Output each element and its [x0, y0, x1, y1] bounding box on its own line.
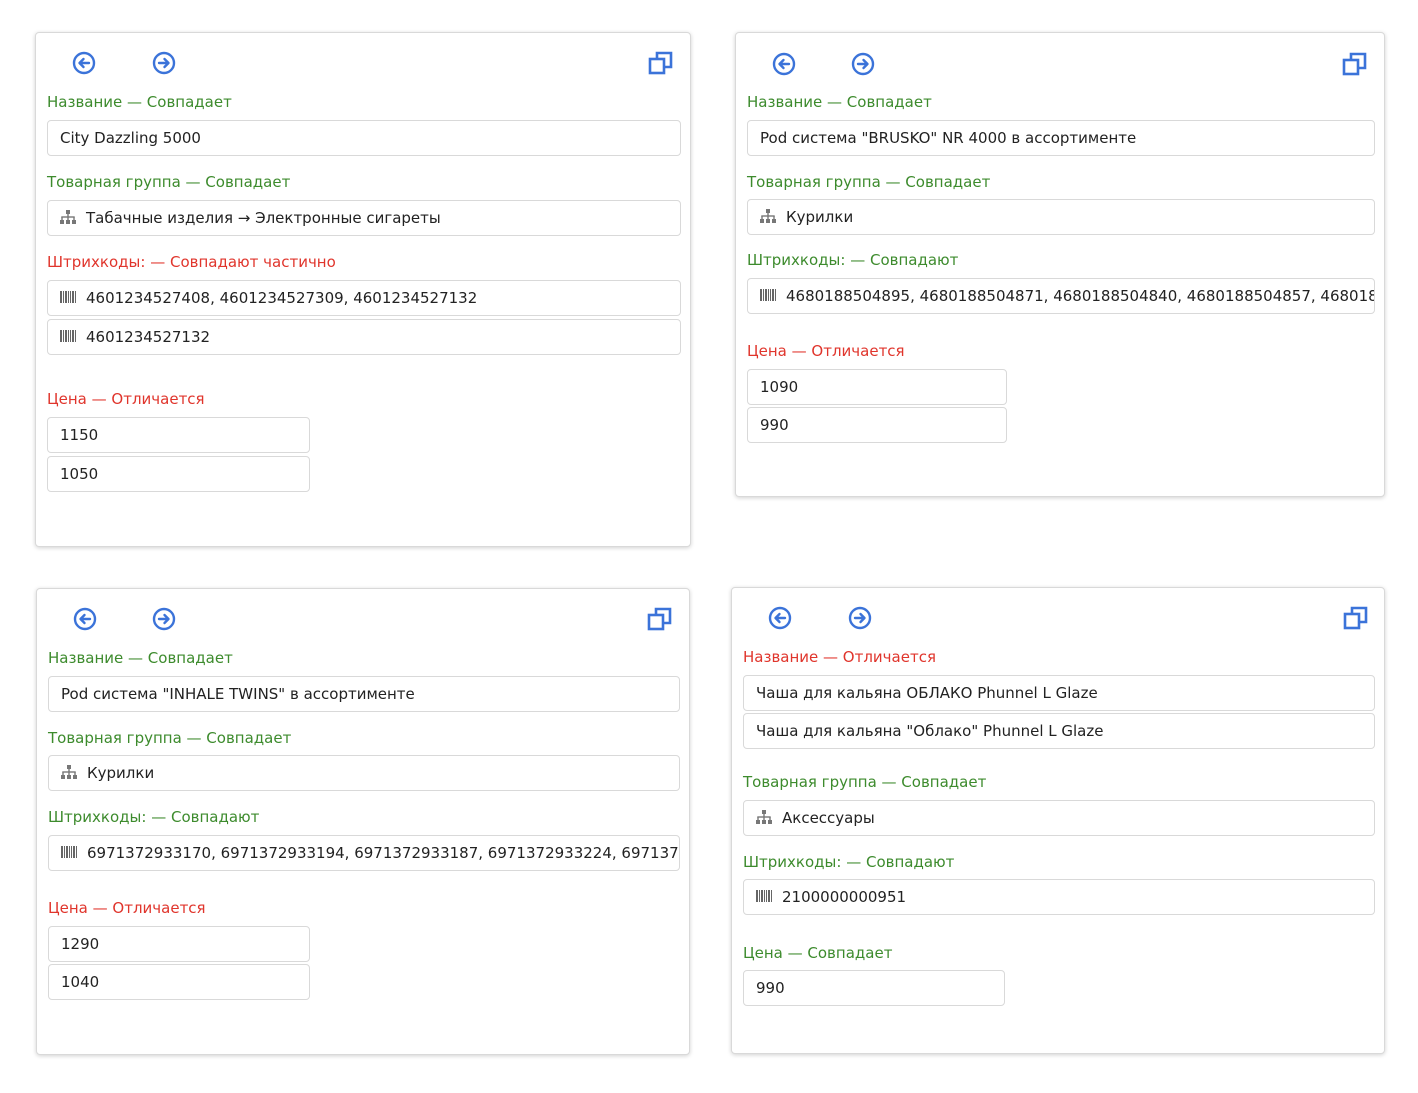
group-field: Курилки: [48, 755, 680, 791]
arrow-right-circle-icon[interactable]: [851, 52, 875, 76]
arrow-left-circle-icon[interactable]: [72, 51, 96, 75]
name-field: Чаша для кальяна ОБЛАКО Phunnel L Glaze: [743, 675, 1375, 711]
name-value: Pod система "BRUSKO" NR 4000 в ассортиме…: [760, 129, 1137, 147]
barcode-field: 4680188504895, 4680188504871, 4680188504…: [747, 278, 1375, 314]
barcode-value: 6971372933170, 6971372933194, 6971372933…: [87, 844, 680, 862]
name-status-label: Название — Совпадает: [747, 93, 932, 111]
name-field: Чаша для кальяна "Облако" Phunnel L Glaz…: [743, 713, 1375, 749]
arrow-right-circle-icon[interactable]: [152, 607, 176, 631]
name-status-label: Название — Совпадает: [48, 649, 233, 667]
name-status-label: Название — Совпадает: [47, 93, 232, 111]
price-status-label: Цена — Отличается: [48, 899, 206, 917]
group-field: Курилки: [747, 199, 1375, 235]
price-value: 1040: [61, 973, 100, 991]
copy-icon[interactable]: [1343, 605, 1369, 631]
barcode-field: 2100000000951: [743, 879, 1375, 915]
name-field: Pod система "INHALE TWINS" в ассортимент…: [48, 676, 680, 712]
barcode-icon: [60, 291, 76, 303]
name-value: Чаша для кальяна ОБЛАКО Phunnel L Glaze: [756, 684, 1098, 702]
group-value: Аксессуары: [782, 809, 875, 827]
barcode-value: 2100000000951: [782, 888, 907, 906]
arrow-left-circle-icon[interactable]: [73, 607, 97, 631]
price-value: 990: [760, 416, 789, 434]
barcode-status-label: Штрихкоды: — Совпадают: [48, 808, 260, 826]
product-compare-card: Название — Совпадает Pod система "INHALE…: [36, 588, 690, 1055]
price-value: 1290: [61, 935, 100, 953]
barcode-icon: [60, 330, 76, 342]
barcode-field: 4601234527132: [47, 319, 681, 355]
barcode-icon: [760, 289, 776, 301]
price-status-label: Цена — Отличается: [747, 342, 905, 360]
hierarchy-icon: [61, 765, 77, 779]
group-value: Курилки: [786, 208, 854, 226]
name-value: Pod система "INHALE TWINS" в ассортимент…: [61, 685, 415, 703]
barcode-field: 4601234527408, 4601234527309, 4601234527…: [47, 280, 681, 316]
hierarchy-icon: [60, 210, 76, 224]
price-value: 990: [756, 979, 785, 997]
arrow-left-circle-icon[interactable]: [768, 606, 792, 630]
price-value: 1050: [60, 465, 99, 483]
arrow-left-circle-icon[interactable]: [772, 52, 796, 76]
price-field: 1150: [47, 417, 310, 453]
name-value: Чаша для кальяна "Облако" Phunnel L Glaz…: [756, 722, 1104, 740]
name-value: City Dazzling 5000: [60, 129, 201, 147]
group-field: Табачные изделия → Электронные сигареты: [47, 200, 681, 236]
barcode-field: 6971372933170, 6971372933194, 6971372933…: [48, 835, 680, 871]
copy-icon[interactable]: [647, 606, 673, 632]
name-field: Pod система "BRUSKO" NR 4000 в ассортиме…: [747, 120, 1375, 156]
copy-icon[interactable]: [1342, 51, 1368, 77]
price-field: 990: [747, 407, 1007, 443]
price-field: 1050: [47, 456, 310, 492]
arrow-right-circle-icon[interactable]: [152, 51, 176, 75]
name-status-label: Название — Отличается: [743, 648, 936, 666]
barcode-status-label: Штрихкоды: — Совпадают: [747, 251, 959, 269]
product-compare-card: Название — Совпадает City Dazzling 5000 …: [35, 32, 691, 547]
price-field: 1090: [747, 369, 1007, 405]
group-field: Аксессуары: [743, 800, 1375, 836]
product-compare-card: Название — Совпадает Pod система "BRUSKO…: [735, 32, 1385, 497]
price-value: 1090: [760, 378, 799, 396]
copy-icon[interactable]: [648, 50, 674, 76]
arrow-right-circle-icon[interactable]: [848, 606, 872, 630]
price-status-label: Цена — Отличается: [47, 390, 205, 408]
barcode-value: 4601234527408, 4601234527309, 4601234527…: [86, 289, 478, 307]
price-field: 990: [743, 970, 1005, 1006]
price-status-label: Цена — Совпадает: [743, 944, 893, 962]
product-compare-card: Название — Отличается Чаша для кальяна О…: [731, 587, 1385, 1054]
barcode-value: 4680188504895, 4680188504871, 4680188504…: [786, 287, 1375, 305]
barcode-status-label: Штрихкоды: — Совпадают: [743, 853, 955, 871]
group-status-label: Товарная группа — Совпадает: [47, 173, 291, 191]
name-field: City Dazzling 5000: [47, 120, 681, 156]
group-status-label: Товарная группа — Совпадает: [747, 173, 991, 191]
group-value: Курилки: [87, 764, 155, 782]
group-status-label: Товарная группа — Совпадает: [48, 729, 292, 747]
group-value: Табачные изделия → Электронные сигареты: [86, 209, 441, 227]
hierarchy-icon: [756, 810, 772, 824]
barcode-icon: [61, 846, 77, 858]
group-status-label: Товарная группа — Совпадает: [743, 773, 987, 791]
price-field: 1040: [48, 964, 310, 1000]
hierarchy-icon: [760, 209, 776, 223]
barcode-value: 4601234527132: [86, 328, 211, 346]
price-value: 1150: [60, 426, 99, 444]
price-field: 1290: [48, 926, 310, 962]
barcode-icon: [756, 890, 772, 902]
barcode-status-label: Штрихкоды: — Совпадают частично: [47, 253, 336, 271]
